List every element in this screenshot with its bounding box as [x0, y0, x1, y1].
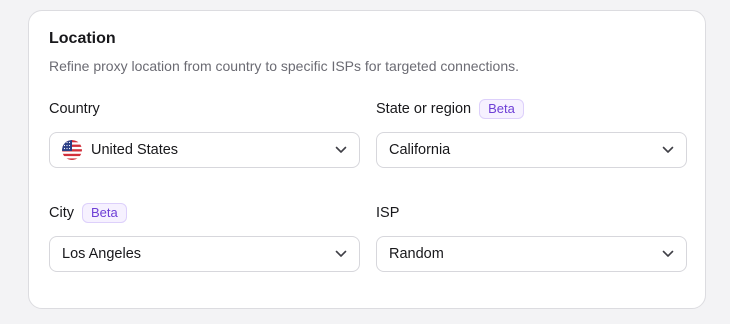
state-label-text: State or region — [376, 101, 472, 117]
country-value: United States — [91, 142, 179, 158]
country-select[interactable]: United States — [49, 132, 360, 168]
state-label: State or region Beta — [376, 99, 524, 119]
section-title: Location — [49, 30, 116, 47]
isp-select[interactable]: Random — [376, 236, 687, 272]
city-select[interactable]: Los Angeles — [49, 236, 360, 272]
country-label-text: Country — [49, 101, 100, 117]
us-flag-icon — [62, 140, 82, 160]
section-description: Refine proxy location from country to sp… — [49, 58, 520, 74]
state-value: California — [389, 142, 451, 158]
isp-label-text: ISP — [376, 205, 400, 221]
beta-badge: Beta — [479, 99, 524, 119]
isp-value: Random — [389, 246, 444, 262]
chevron-down-icon — [662, 248, 674, 260]
chevron-down-icon — [335, 248, 347, 260]
location-card: Location Refine proxy location from coun… — [28, 10, 706, 309]
chevron-down-icon — [335, 144, 347, 156]
isp-label: ISP — [376, 205, 399, 221]
city-label-text: City — [49, 205, 74, 221]
state-select[interactable]: California — [376, 132, 687, 168]
city-label: City Beta — [49, 203, 127, 223]
chevron-down-icon — [662, 144, 674, 156]
beta-badge: Beta — [81, 203, 127, 223]
city-value: Los Angeles — [62, 246, 142, 262]
country-label: Country — [49, 101, 100, 117]
